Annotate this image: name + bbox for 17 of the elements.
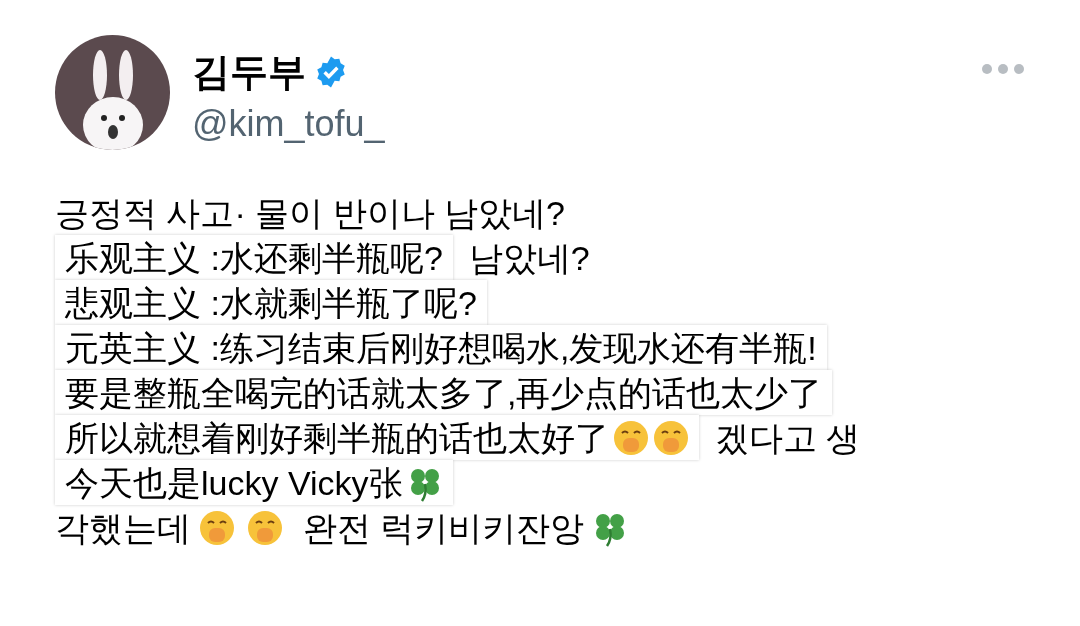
caption-text: 元英主义 :练习结束后刚好想喝水,发现水还有半瓶! <box>65 327 817 368</box>
laughing-face-icon <box>199 509 235 546</box>
caption-text: 所以就想着刚好剩半瓶的话也太好了 <box>65 417 609 458</box>
author-name[interactable]: 김두부 <box>192 49 306 95</box>
laughing-face-icon <box>613 419 649 456</box>
tweet-text: 각했는데 <box>55 507 191 548</box>
caption-text: 要是整瓶全喝完的话就太多了,再少点的话也太少了 <box>65 372 823 413</box>
caption-text: 悲观主义 :水就剩半瓶了呢? <box>65 282 477 323</box>
tweet-text: 완전 럭키비키잔앙 <box>303 507 585 548</box>
tweet-text: 긍정적 사고· 물이 반이나 남았네? <box>55 192 566 233</box>
caption-text: 今天也是lucky Vicky张 <box>65 462 403 503</box>
caption-text: 乐观主义 :水还剩半瓶呢? <box>65 237 443 278</box>
author-handle[interactable]: @kim_tofu_ <box>192 101 385 147</box>
tweet-text: 남았네? <box>468 237 590 278</box>
laughing-face-icon <box>653 419 689 456</box>
tweet-text: 겠다고 생 <box>715 417 861 458</box>
laughing-face-icon <box>247 509 283 546</box>
